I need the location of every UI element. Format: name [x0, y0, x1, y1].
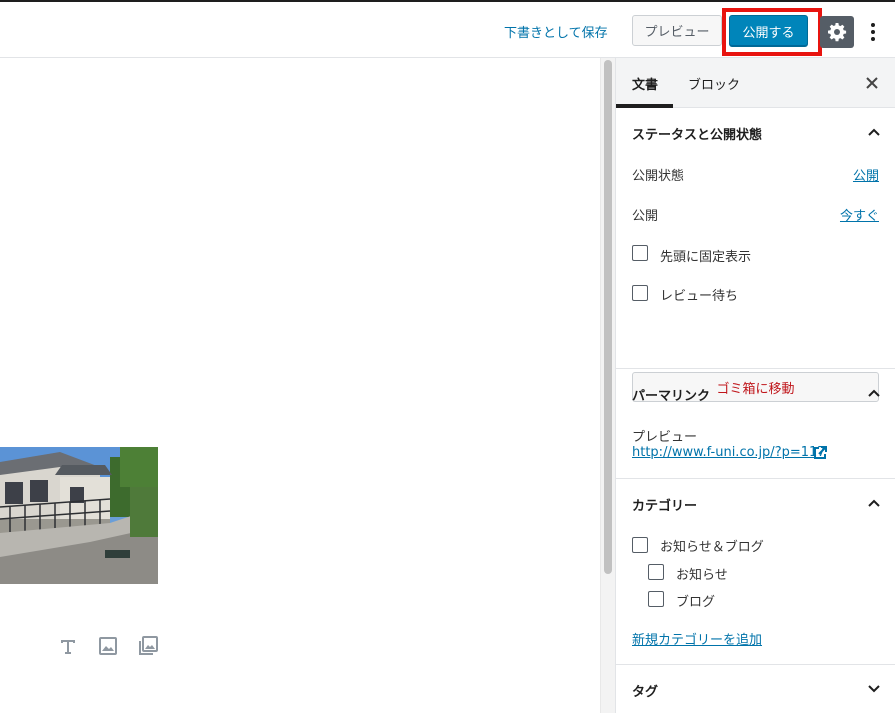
visibility-toggle[interactable]: 公開 — [853, 165, 879, 184]
settings-button[interactable] — [820, 16, 854, 48]
category-label: ブログ — [676, 595, 716, 610]
permalink-preview-label: プレビュー — [632, 430, 698, 445]
category-checkbox[interactable] — [632, 537, 648, 553]
add-category-link[interactable]: 新規カテゴリーを追加 — [632, 629, 762, 648]
publish-date-toggle[interactable]: 今すぐ — [840, 205, 879, 224]
category-checkbox[interactable] — [648, 564, 664, 580]
permalink-url[interactable]: http://www.f-uni.co.jp/?p=117 — [632, 445, 826, 460]
close-icon[interactable] — [866, 73, 878, 94]
visibility-label: 公開状態 — [632, 169, 685, 184]
more-options-button[interactable] — [862, 16, 884, 48]
chevron-down-icon[interactable] — [867, 682, 881, 696]
preview-button-label: プレビュー — [644, 25, 710, 40]
preview-button[interactable]: プレビュー — [632, 15, 722, 46]
editor-header: 下書きとして保存 プレビュー 公開する — [0, 0, 895, 58]
sticky-checkbox[interactable] — [632, 245, 648, 261]
sticky-label: 先頭に固定表示 — [660, 250, 752, 265]
category-checkbox[interactable] — [648, 591, 664, 607]
house-photo — [0, 447, 158, 584]
status-panel: ステータスと公開状態 公開状態 公開 公開 今すぐ 先頭に固定表示 レビュー待ち… — [616, 108, 895, 402]
category-panel: カテゴリー お知らせ＆ブログ お知らせ ブログ 新規カテゴリーを追加 — [616, 479, 895, 665]
category-label: お知らせ — [676, 568, 728, 583]
editor-canvas[interactable] — [0, 58, 600, 713]
chevron-up-icon[interactable] — [867, 496, 881, 510]
permalink-panel: パーマリンク プレビュー http://www.f-uni.co.jp/?p=1… — [616, 369, 895, 479]
category-panel-title[interactable]: カテゴリー — [632, 495, 697, 514]
publish-date-label: 公開 — [632, 209, 659, 224]
more-vertical-icon — [871, 23, 875, 41]
image-block[interactable] — [0, 447, 158, 584]
tag-panel: タグ — [616, 665, 895, 713]
tag-panel-title[interactable]: タグ — [632, 681, 658, 700]
image-icon[interactable] — [98, 636, 118, 656]
publish-button-label: 公開する — [742, 25, 795, 41]
text-icon[interactable] — [58, 636, 78, 656]
editor-scrollbar[interactable] — [600, 58, 615, 713]
gear-icon — [828, 23, 847, 42]
category-label: お知らせ＆ブログ — [660, 540, 764, 555]
chevron-up-icon[interactable] — [867, 386, 881, 400]
block-inserter-shortcuts — [58, 636, 158, 656]
settings-sidebar: 文書 ブロック ステータスと公開状態 公開状態 公開 公開 今すぐ 先頭に固定表… — [615, 58, 895, 713]
scrollbar-thumb[interactable] — [604, 60, 612, 574]
gallery-icon[interactable] — [138, 636, 158, 656]
pending-review-label: レビュー待ち — [660, 289, 739, 304]
tab-document[interactable]: 文書 — [632, 74, 658, 93]
external-link-icon[interactable] — [813, 446, 827, 460]
permalink-panel-title[interactable]: パーマリンク — [632, 385, 710, 404]
tab-block[interactable]: ブロック — [688, 74, 740, 93]
chevron-up-icon[interactable] — [867, 125, 881, 139]
status-panel-title[interactable]: ステータスと公開状態 — [632, 124, 762, 143]
publish-button[interactable]: 公開する — [729, 15, 808, 47]
save-draft-button[interactable]: 下書きとして保存 — [504, 22, 608, 41]
sidebar-tabs: 文書 ブロック — [616, 58, 895, 108]
pending-review-checkbox[interactable] — [632, 285, 648, 301]
